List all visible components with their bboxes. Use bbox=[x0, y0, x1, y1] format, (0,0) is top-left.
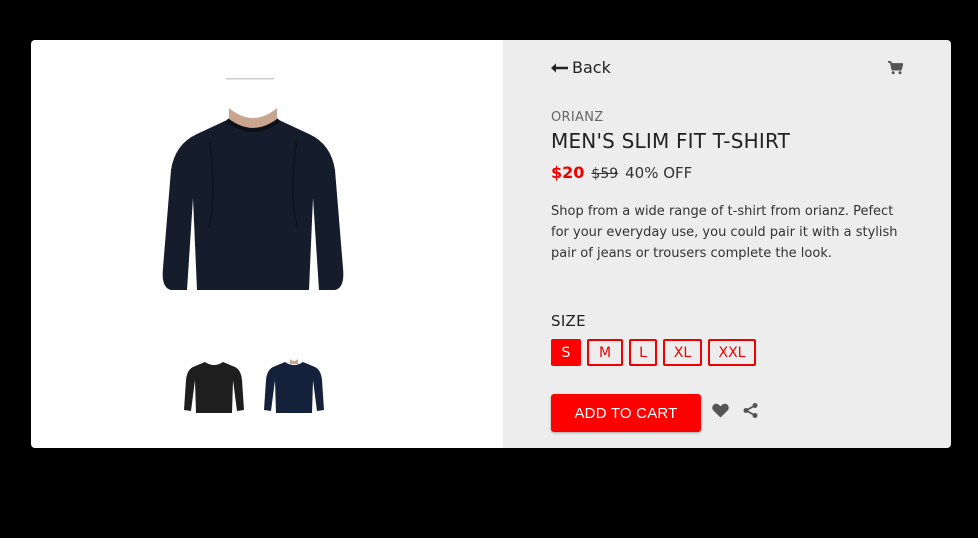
add-to-cart-button[interactable]: ADD TO CART bbox=[551, 394, 701, 432]
product-card: Back ORIANZ MEN'S SLIM FIT T-SHIRT $20 $… bbox=[31, 40, 951, 448]
cart-icon[interactable] bbox=[888, 61, 903, 75]
size-option-m[interactable]: M bbox=[587, 339, 623, 366]
thumbnail-navy-shirt[interactable] bbox=[263, 358, 325, 416]
size-option-xxl[interactable]: XXL bbox=[708, 339, 756, 366]
current-price: $20 bbox=[551, 163, 585, 182]
product-gallery bbox=[31, 40, 503, 448]
arrow-left-icon bbox=[551, 63, 568, 72]
price-row: $20 $59 40% OFF bbox=[551, 163, 692, 182]
discount-label: 40% OFF bbox=[625, 164, 693, 182]
product-details: Back ORIANZ MEN'S SLIM FIT T-SHIRT $20 $… bbox=[503, 40, 951, 448]
back-link[interactable]: Back bbox=[551, 58, 611, 77]
back-label: Back bbox=[572, 58, 611, 77]
product-description: Shop from a wide range of t-shirt from o… bbox=[551, 204, 898, 261]
thumbnail-list bbox=[183, 358, 325, 416]
heart-icon[interactable] bbox=[712, 403, 729, 418]
original-price: $59 bbox=[591, 166, 619, 182]
size-option-l[interactable]: L bbox=[629, 339, 657, 366]
size-selector: S M L XL XXL bbox=[551, 339, 756, 366]
share-icon[interactable] bbox=[743, 403, 758, 418]
size-label: SIZE bbox=[551, 312, 586, 330]
size-option-xl[interactable]: XL bbox=[663, 339, 702, 366]
product-title: MEN'S SLIM FIT T-SHIRT bbox=[551, 129, 791, 153]
brand-name: ORIANZ bbox=[551, 110, 604, 125]
thumbnail-black-shirt[interactable] bbox=[183, 358, 245, 416]
main-product-image bbox=[162, 78, 344, 290]
size-option-s[interactable]: S bbox=[551, 339, 581, 366]
